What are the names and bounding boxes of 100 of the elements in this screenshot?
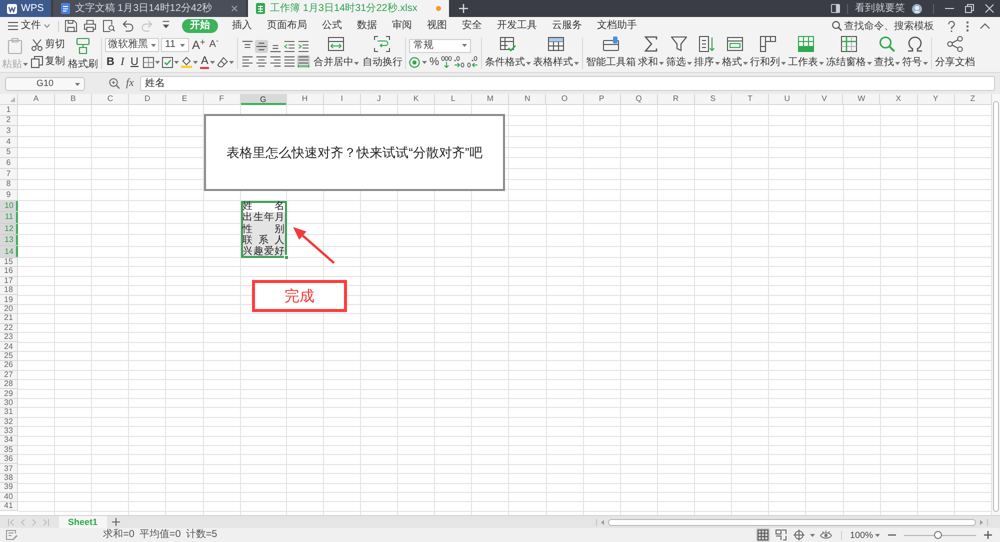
zoom-level-button[interactable]: 100% <box>850 530 880 540</box>
function-button[interactable]: fx <box>126 78 134 89</box>
row-header[interactable]: 1 <box>0 105 18 116</box>
row-header[interactable]: 6 <box>0 158 18 169</box>
column-header[interactable]: R <box>658 94 695 105</box>
circle-dot-icon[interactable] <box>409 56 420 68</box>
caret-icon[interactable] <box>193 60 198 64</box>
italic-button[interactable]: I <box>117 55 128 69</box>
avatar-icon[interactable] <box>912 4 922 14</box>
column-header[interactable]: X <box>880 94 918 105</box>
more-icon[interactable] <box>966 20 969 32</box>
wrap-text-button[interactable]: 自动换行 <box>362 35 402 69</box>
column-header[interactable]: Y <box>918 94 955 105</box>
find-button[interactable]: 查找 <box>874 35 900 69</box>
row-header[interactable]: 34 <box>0 436 18 446</box>
search-icon[interactable] <box>832 21 842 31</box>
table-cell[interactable]: 兴趣爱好 <box>240 246 287 258</box>
row-header[interactable]: 18 <box>0 286 18 296</box>
align-center-icon[interactable] <box>255 54 268 68</box>
row-header[interactable]: 16 <box>0 267 18 277</box>
font-size-dropdown[interactable]: 11 <box>161 38 189 52</box>
column-header[interactable]: U <box>769 94 806 105</box>
row-header[interactable]: 19 <box>0 295 18 305</box>
row-header[interactable]: 29 <box>0 389 18 399</box>
copy-button[interactable]: 复制 <box>31 54 65 70</box>
menu-tab[interactable]: 开发工具 <box>496 19 538 33</box>
restore-icon[interactable] <box>965 4 974 13</box>
decimal-arrow-icon[interactable] <box>467 56 478 68</box>
column-header[interactable]: C <box>92 94 130 105</box>
menu-tab[interactable]: 页面布局 <box>266 19 308 33</box>
row-header[interactable]: 21 <box>0 314 18 324</box>
column-header[interactable]: Q <box>620 94 658 105</box>
page-magnifier-icon[interactable] <box>103 20 115 32</box>
row-header[interactable]: 39 <box>0 483 18 493</box>
zoom-in-icon[interactable] <box>984 531 992 539</box>
format-button[interactable]: 格式 <box>722 35 748 69</box>
column-header[interactable]: H <box>286 94 324 105</box>
menu-tab[interactable]: 审阅 <box>391 19 413 33</box>
column-header[interactable]: Z <box>954 94 992 105</box>
document-tab[interactable]: 工作簿 1月3日14时31分22秒.xlsx <box>248 0 450 17</box>
help-icon[interactable] <box>948 20 955 32</box>
decimal-arrow-icon[interactable] <box>454 56 466 68</box>
column-header[interactable]: M <box>472 94 510 105</box>
caret-icon[interactable] <box>155 60 160 64</box>
user-name[interactable]: 看到就要笑 <box>855 4 905 14</box>
column-header[interactable]: I <box>324 94 361 105</box>
row-header[interactable]: 36 <box>0 455 18 464</box>
column-header[interactable]: S <box>694 94 732 105</box>
distributed-align-icon[interactable] <box>297 54 310 68</box>
decrease-font-size-button[interactable]: A$^{-}$ <box>208 38 220 52</box>
zeros-arrow-icon[interactable] <box>441 56 452 68</box>
align-left-icon[interactable] <box>241 54 254 68</box>
scrollbar-thumb[interactable] <box>608 518 976 526</box>
align-right-icon[interactable] <box>269 54 282 68</box>
sort-button[interactable]: 排序 <box>694 35 720 69</box>
normal-view-icon[interactable] <box>756 528 770 542</box>
file-menu[interactable]: 文件 <box>6 19 52 33</box>
plus-icon[interactable] <box>112 518 120 526</box>
sum-button[interactable]: 求和 <box>638 35 664 69</box>
page-break-icon[interactable] <box>774 528 788 542</box>
percent-button[interactable]: % <box>429 56 440 68</box>
crosshair-icon[interactable] <box>792 528 806 542</box>
collapse-icon[interactable] <box>980 23 990 29</box>
row-header[interactable]: 2 <box>0 116 18 126</box>
column-header[interactable]: P <box>584 94 621 105</box>
row-header[interactable]: 7 <box>0 168 18 180</box>
undo-icon[interactable] <box>122 20 134 32</box>
name-box[interactable]: G10 <box>5 76 85 90</box>
font-color-button[interactable]: A <box>200 55 210 69</box>
indent-icon[interactable] <box>298 40 310 52</box>
merge-center-button[interactable]: 合并居中 <box>313 35 360 69</box>
print-icon[interactable] <box>84 20 96 32</box>
column-header[interactable]: E <box>166 94 204 105</box>
column-header[interactable]: D <box>129 94 166 105</box>
search-field[interactable]: 查找命令、搜索模板 <box>844 19 936 33</box>
middle-align-icon[interactable] <box>255 40 268 52</box>
vertical-scrollbar[interactable] <box>992 94 1000 515</box>
row-header[interactable]: 24 <box>0 342 18 352</box>
menu-tab[interactable]: 云服务 <box>551 19 583 33</box>
eraser-icon[interactable] <box>217 56 228 68</box>
menu-tab[interactable]: 插入 <box>231 19 253 33</box>
column-header[interactable]: W <box>843 94 880 105</box>
caret-icon[interactable] <box>810 534 815 536</box>
row-header[interactable]: 9 <box>0 190 18 201</box>
caret-icon[interactable] <box>174 60 179 64</box>
border-grid-icon[interactable] <box>143 56 154 68</box>
caret-icon[interactable] <box>422 60 428 64</box>
column-header[interactable]: B <box>55 94 92 105</box>
row-header[interactable]: 4 <box>0 136 18 148</box>
column-header[interactable]: O <box>546 94 584 105</box>
justify-icon[interactable] <box>283 54 296 68</box>
underline-button[interactable]: U <box>129 55 140 69</box>
row-header[interactable]: 3 <box>0 126 18 137</box>
formula-field[interactable]: 姓名 <box>140 76 995 91</box>
caret-icon[interactable] <box>210 60 216 64</box>
column-header[interactable]: G <box>240 94 287 105</box>
paint-bucket-icon[interactable] <box>181 56 192 68</box>
cut-button[interactable]: 剪切 <box>31 38 65 52</box>
row-header[interactable]: 26 <box>0 361 18 371</box>
toolbox-button[interactable]: 智能工具箱 <box>586 35 636 69</box>
